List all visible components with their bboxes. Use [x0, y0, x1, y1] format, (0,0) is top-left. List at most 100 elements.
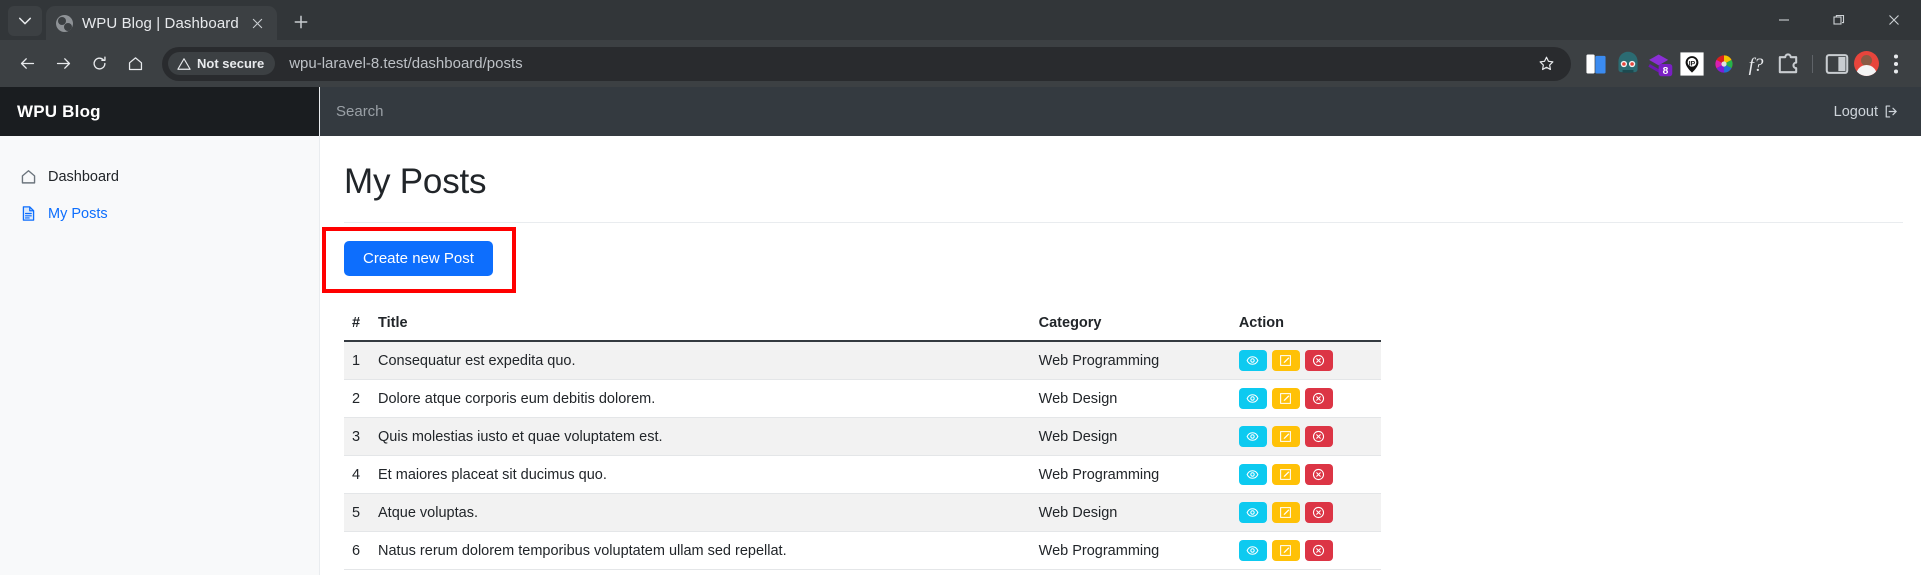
color-picker-extension-icon[interactable]: [1709, 49, 1739, 79]
reload-button[interactable]: [82, 47, 116, 81]
eye-icon: [1246, 354, 1259, 367]
profile-avatar[interactable]: [1854, 51, 1879, 76]
table-header-row: # Title Category Action: [344, 307, 1381, 341]
logout-label: Logout: [1834, 104, 1878, 120]
minimize-icon: [1778, 14, 1790, 26]
window-maximize-button[interactable]: [1811, 0, 1866, 40]
cell-number: 1: [344, 341, 370, 380]
eye-icon: [1246, 506, 1259, 519]
reading-list-extension-icon[interactable]: [1581, 49, 1611, 79]
pencil-square-icon: [1279, 354, 1292, 367]
restore-icon: [1833, 14, 1845, 26]
sidebar-nav: Dashboard My Posts: [0, 136, 319, 232]
site-security-chip[interactable]: Not secure: [168, 52, 275, 75]
action-button-group: [1239, 540, 1373, 561]
x-circle-icon: [1312, 544, 1325, 557]
action-button-group: [1239, 502, 1373, 523]
sidebar-item-label: Dashboard: [48, 169, 119, 185]
edit-button[interactable]: [1272, 502, 1300, 523]
delete-button[interactable]: [1305, 388, 1333, 409]
cell-actions: [1231, 494, 1381, 532]
show-button[interactable]: [1239, 350, 1267, 371]
cell-title: Quis molestias iusto et quae voluptatem …: [370, 418, 1031, 456]
arrow-left-icon: [19, 55, 36, 72]
header-action: Action: [1231, 307, 1381, 341]
show-button[interactable]: [1239, 464, 1267, 485]
eye-icon: [1246, 430, 1259, 443]
posts-table-head: # Title Category Action: [344, 307, 1381, 341]
delete-button[interactable]: [1305, 426, 1333, 447]
eye-icon: [1246, 468, 1259, 481]
chevron-down-icon: [18, 14, 32, 28]
sidebar-brand[interactable]: WPU Blog: [0, 87, 319, 136]
content-area: Logout My Posts Create new Post: [320, 87, 1921, 575]
font-finder-extension-icon[interactable]: f?: [1741, 49, 1771, 79]
eye-icon: [1246, 392, 1259, 405]
cell-number: 3: [344, 418, 370, 456]
ip-locator-extension-icon[interactable]: IP: [1677, 49, 1707, 79]
sidebar: WPU Blog Dashboard My Posts: [0, 87, 320, 575]
show-button[interactable]: [1239, 388, 1267, 409]
table-row: 1Consequatur est expedita quo.Web Progra…: [344, 341, 1381, 380]
cell-actions: [1231, 380, 1381, 418]
delete-button[interactable]: [1305, 502, 1333, 523]
address-bar[interactable]: Not secure wpu-laravel-8.test/dashboard/…: [162, 47, 1571, 81]
page-viewport: WPU Blog Dashboard My Posts: [0, 87, 1921, 575]
bookmark-button[interactable]: [1529, 47, 1563, 81]
edit-button[interactable]: [1272, 464, 1300, 485]
sidebar-item-my-posts[interactable]: My Posts: [0, 195, 319, 232]
create-new-post-button[interactable]: Create new Post: [344, 241, 493, 276]
top-navbar: Logout: [320, 87, 1921, 136]
x-circle-icon: [1312, 468, 1325, 481]
delete-button[interactable]: [1305, 464, 1333, 485]
delete-button[interactable]: [1305, 350, 1333, 371]
tab-search-button[interactable]: [8, 6, 42, 36]
tab-close-button[interactable]: [248, 14, 267, 33]
header-category: Category: [1031, 307, 1231, 341]
edit-button[interactable]: [1272, 350, 1300, 371]
main-content: My Posts Create new Post # Title Categor…: [320, 136, 1921, 575]
show-button[interactable]: [1239, 502, 1267, 523]
header-title: Title: [370, 307, 1031, 341]
side-panel-icon: [1822, 49, 1852, 79]
window-close-button[interactable]: [1866, 0, 1921, 40]
purple-layers-extension-icon[interactable]: 8: [1645, 49, 1675, 79]
cell-number: 4: [344, 456, 370, 494]
globe-icon: [56, 15, 73, 32]
window-minimize-button[interactable]: [1756, 0, 1811, 40]
forward-button[interactable]: [46, 47, 80, 81]
delete-button[interactable]: [1305, 540, 1333, 561]
pencil-square-icon: [1279, 544, 1292, 557]
extensions-row: 8 IP: [1581, 49, 1911, 79]
chrome-menu-button[interactable]: [1881, 49, 1911, 79]
table-row: 2Dolore atque corporis eum debitis dolor…: [344, 380, 1381, 418]
table-row: 4Et maiores placeat sit ducimus quo.Web …: [344, 456, 1381, 494]
show-button[interactable]: [1239, 426, 1267, 447]
table-row: 3Quis molestias iusto et quae voluptatem…: [344, 418, 1381, 456]
home-button[interactable]: [118, 47, 152, 81]
edit-button[interactable]: [1272, 426, 1300, 447]
star-icon: [1538, 55, 1555, 72]
cell-title: Consequatur est expedita quo.: [370, 341, 1031, 380]
cell-actions: [1231, 341, 1381, 380]
tab-strip: WPU Blog | Dashboard: [0, 0, 1921, 40]
browser-tab[interactable]: WPU Blog | Dashboard: [46, 6, 277, 40]
side-panel-button[interactable]: [1822, 49, 1852, 79]
search-input[interactable]: [336, 103, 736, 120]
edit-button[interactable]: [1272, 540, 1300, 561]
x-circle-icon: [1312, 392, 1325, 405]
cell-number: 5: [344, 494, 370, 532]
new-tab-button[interactable]: [284, 7, 318, 37]
cell-actions: [1231, 532, 1381, 570]
action-button-group: [1239, 350, 1373, 371]
file-text-icon: [20, 205, 37, 222]
back-button[interactable]: [10, 47, 44, 81]
robot-extension-icon[interactable]: [1613, 49, 1643, 79]
logout-button[interactable]: Logout: [1834, 104, 1899, 120]
edit-button[interactable]: [1272, 388, 1300, 409]
show-button[interactable]: [1239, 540, 1267, 561]
sidebar-item-dashboard[interactable]: Dashboard: [0, 158, 319, 195]
extensions-puzzle-button[interactable]: [1773, 49, 1803, 79]
puzzle-piece-icon: [1773, 49, 1803, 79]
pencil-square-icon: [1279, 506, 1292, 519]
